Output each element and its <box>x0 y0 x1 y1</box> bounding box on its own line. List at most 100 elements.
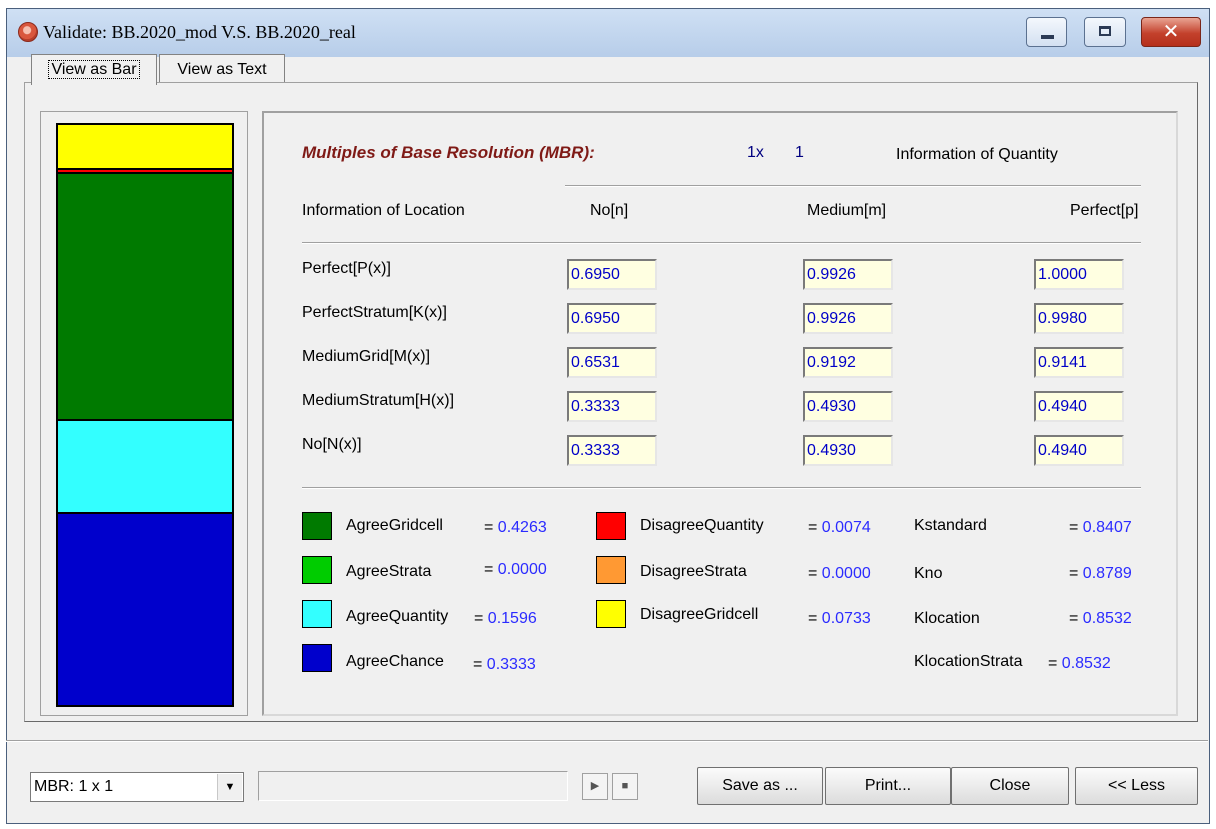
maximize-button[interactable] <box>1084 17 1126 47</box>
value-field[interactable]: 0.4930 <box>803 435 893 466</box>
legend-value: 0.3333 <box>486 656 536 673</box>
value-field[interactable]: 0.6531 <box>567 347 657 378</box>
legend-label: DisagreeQuantity <box>640 517 764 534</box>
row-label: MediumStratum[H(x)] <box>302 392 455 409</box>
legend-value: 0.0000 <box>497 561 547 578</box>
legend-label: AgreeStrata <box>346 563 432 580</box>
less-button[interactable]: << Less <box>1075 767 1198 805</box>
equals-sign: = <box>1069 519 1079 536</box>
row-label: Perfect[P(x)] <box>302 260 391 277</box>
minimize-icon <box>1041 35 1054 39</box>
legend-label: DisagreeStrata <box>640 563 747 580</box>
print-button[interactable]: Print... <box>825 767 951 805</box>
value-field[interactable]: 0.4940 <box>1034 391 1124 422</box>
progress-bar <box>258 771 568 801</box>
kappa-value: 0.8789 <box>1082 565 1132 582</box>
value-field[interactable]: 0.9141 <box>1034 347 1124 378</box>
equals-sign: = <box>484 561 494 578</box>
kappa-label: Kstandard <box>914 517 987 534</box>
divider <box>302 487 1141 489</box>
kappa-label: Kno <box>914 565 943 582</box>
minimize-button[interactable] <box>1026 17 1067 47</box>
color-swatch <box>596 556 626 584</box>
info-location-heading: Information of Location <box>302 202 465 219</box>
value-field[interactable]: 0.3333 <box>567 391 657 422</box>
play-icon: ▶ <box>590 780 600 792</box>
equals-sign: = <box>1069 565 1079 582</box>
kappa-label: Klocation <box>914 610 980 627</box>
title-bar[interactable]: Validate: BB.2020_mod V.S. BB.2020_real … <box>7 9 1209 57</box>
color-swatch <box>302 512 332 540</box>
value-field[interactable]: 0.6950 <box>567 259 657 290</box>
color-swatch <box>302 600 332 628</box>
row-label: PerfectStratum[K(x)] <box>302 304 447 321</box>
value-field[interactable]: 1.0000 <box>1034 259 1124 290</box>
play-button[interactable]: ▶ <box>582 773 608 800</box>
equals-sign: = <box>808 610 818 627</box>
equals-sign: = <box>484 519 494 536</box>
value-field[interactable]: 0.3333 <box>567 435 657 466</box>
color-swatch <box>302 556 332 584</box>
close-button[interactable]: Close <box>951 767 1069 805</box>
close-window-button[interactable]: ✕ <box>1141 17 1201 47</box>
divider <box>302 242 1141 244</box>
stop-button[interactable]: ■ <box>612 773 638 800</box>
kappa-label: KlocationStrata <box>914 653 1023 670</box>
color-swatch <box>596 600 626 628</box>
equals-sign: = <box>1048 655 1058 672</box>
value-field[interactable]: 0.9926 <box>803 303 893 334</box>
bar-segment-agreegridcell <box>58 172 232 419</box>
value-field[interactable]: 0.9926 <box>803 259 893 290</box>
row-label: MediumGrid[M(x)] <box>302 348 431 365</box>
mbr-value: 1 <box>795 144 804 161</box>
mbr-select-value: MBR: 1 x 1 <box>34 778 114 795</box>
col-perfect-heading: Perfect[p] <box>1070 202 1139 219</box>
info-quantity-heading: Information of Quantity <box>896 146 1058 163</box>
tab-view-as-bar[interactable]: View as Bar <box>31 54 157 85</box>
equals-sign: = <box>808 565 818 582</box>
value-field[interactable]: 0.9192 <box>803 347 893 378</box>
value-field[interactable]: 0.9980 <box>1034 303 1124 334</box>
row-label: No[N(x)] <box>302 436 362 453</box>
mbr-factor: 1x <box>747 144 764 161</box>
bar-segment-agreequantity <box>58 419 232 512</box>
mbr-select[interactable]: MBR: 1 x 1 ▼ <box>30 772 244 802</box>
divider <box>6 740 1208 742</box>
value-field[interactable]: 0.6950 <box>567 303 657 334</box>
equals-sign: = <box>808 519 818 536</box>
divider <box>565 185 1141 187</box>
equals-sign: = <box>474 610 484 627</box>
mbr-title: Multiples of Base Resolution (MBR): <box>302 143 595 162</box>
legend-value: 0.0074 <box>821 519 871 536</box>
legend-value: 0.1596 <box>487 610 537 627</box>
bar-segment-disagreegridcell <box>58 125 232 168</box>
save-as-button[interactable]: Save as ... <box>697 767 823 805</box>
kappa-value: 0.8532 <box>1061 655 1111 672</box>
tab-label: View as Text <box>177 61 267 78</box>
equals-sign: = <box>1069 610 1079 627</box>
legend-value: 0.0733 <box>821 610 871 627</box>
stop-icon: ■ <box>621 780 629 792</box>
bar-segment-agreechance <box>58 512 232 705</box>
equals-sign: = <box>473 656 483 673</box>
color-swatch <box>302 644 332 672</box>
legend-label: DisagreeGridcell <box>640 606 759 623</box>
close-icon: ✕ <box>1162 19 1180 43</box>
window-title: Validate: BB.2020_mod V.S. BB.2020_real <box>43 22 356 42</box>
kappa-value: 0.8407 <box>1082 519 1132 536</box>
value-field[interactable]: 0.4930 <box>803 391 893 422</box>
kappa-value: 0.8532 <box>1082 610 1132 627</box>
tab-view-as-text[interactable]: View as Text <box>159 54 285 83</box>
stacked-bar <box>56 123 234 707</box>
legend-label: AgreeGridcell <box>346 517 443 534</box>
chevron-down-icon[interactable]: ▼ <box>217 774 242 800</box>
legend-label: AgreeChance <box>346 653 444 670</box>
col-medium-heading: Medium[m] <box>807 202 887 219</box>
app-icon[interactable] <box>18 22 38 42</box>
legend-label: AgreeQuantity <box>346 608 449 625</box>
legend-value: 0.4263 <box>497 519 547 536</box>
legend-value: 0.0000 <box>821 565 871 582</box>
col-no-heading: No[n] <box>590 202 629 219</box>
value-field[interactable]: 0.4940 <box>1034 435 1124 466</box>
color-swatch <box>596 512 626 540</box>
